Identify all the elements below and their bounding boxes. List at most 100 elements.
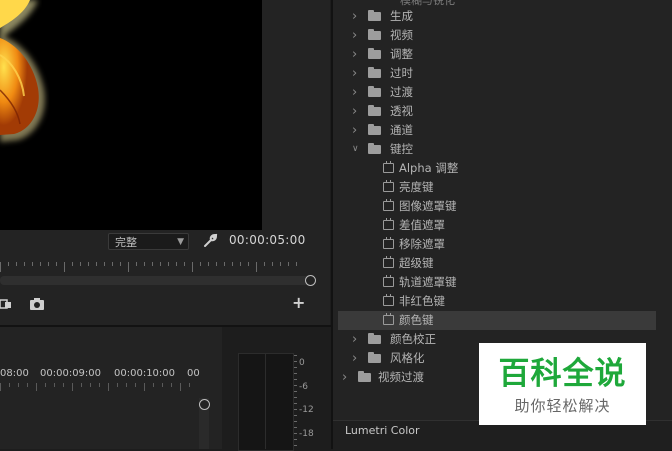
effects-folder-item[interactable]: › 生成 [338,7,656,26]
effects-folder-item[interactable]: › 通道 [338,121,656,140]
ruler-tick [162,383,163,387]
effect-label: 透视 [390,104,413,118]
folder-icon [368,29,381,40]
timeline-time-label: 00:00:10:00 [114,368,176,379]
zoom-scrollbar[interactable] [0,276,310,285]
ruler-tick [27,383,28,387]
add-button[interactable]: + [292,295,305,311]
lumetri-color-title: Lumetri Color [345,424,420,437]
effect-label: 调整 [390,47,413,61]
monitor-time-ruler[interactable] [0,262,310,274]
effect-label: 键控 [390,142,413,156]
ruler-tick [153,383,154,387]
ruler-tick [32,262,33,266]
ruler-tick [192,262,193,272]
folder-icon [368,352,381,363]
effect-label: 过时 [390,66,413,80]
effect-label: 通道 [390,123,413,137]
effect-item[interactable]: 图像遮罩键 [338,197,656,216]
effects-folder-item[interactable]: › 透视 [338,102,656,121]
meter-channel-divider [265,353,266,449]
chevron-right-icon[interactable]: › [342,368,347,387]
ruler-tick [112,262,113,266]
effect-item[interactable]: 超级键 [338,254,656,273]
effect-item[interactable]: 亮度键 [338,178,656,197]
video-preview[interactable] [0,0,262,230]
ruler-tick [24,262,25,266]
effect-icon [383,313,394,325]
ruler-tick [171,383,172,387]
folder-icon [368,124,381,135]
effect-label: 轨道遮罩键 [399,275,457,289]
meter-tick [294,379,297,380]
timeline-scroll-handle[interactable] [199,399,210,410]
ruler-tick [144,262,145,266]
effect-label: 过渡 [390,85,413,99]
ruler-tick [81,383,82,387]
playback-resolution-select[interactable]: 完整 ▼ [108,233,189,250]
effect-label: 非红色键 [399,294,445,308]
effects-folder-item[interactable]: › 过渡 [338,83,656,102]
ruler-tick [72,383,73,391]
chevron-right-icon[interactable]: › [352,64,357,83]
timeline-ruler[interactable] [0,383,200,393]
effects-folder-item[interactable]: › 调整 [338,45,656,64]
effect-label: 差值遮罩 [399,218,445,232]
export-frame-settings-icon[interactable] [0,296,14,310]
effects-folder-item[interactable]: › 视频 [338,26,656,45]
meter-tick [294,403,297,404]
effect-item[interactable]: Alpha 调整 [338,159,656,178]
meter-tick [294,421,297,422]
quality-value: 完整 [115,236,137,249]
ruler-tick [184,262,185,266]
watermark-subtitle: 助你轻松解决 [514,397,611,415]
chevron-right-icon[interactable]: › [352,330,357,349]
wrench-icon[interactable] [202,233,218,249]
meter-tick [294,367,297,368]
ruler-tick [56,262,57,266]
ruler-tick [104,262,105,266]
meter-tick [294,361,297,362]
ruler-tick [176,262,177,266]
effect-icon [383,180,394,192]
ruler-tick [200,262,201,266]
ruler-tick [16,262,17,266]
camera-icon[interactable] [29,296,45,310]
timeline-time-label: 00:00:09:00 [40,368,102,379]
zoom-scrollbar-handle[interactable] [305,275,316,286]
effect-item[interactable]: 轨道遮罩键 [338,273,656,292]
chevron-right-icon[interactable]: › [352,45,357,64]
chevron-right-icon[interactable]: › [352,349,357,368]
ruler-tick [18,383,19,387]
ruler-tick [0,262,1,272]
ruler-tick [136,262,137,266]
ruler-tick [40,262,41,266]
meter-tick [294,439,297,440]
panel-divider[interactable] [331,0,333,449]
meter-tick [294,373,297,374]
folder-icon [368,143,381,154]
effect-item[interactable]: 非红色键 [338,292,656,311]
ruler-tick [256,262,257,272]
ruler-tick [128,262,129,272]
effect-label: 颜色键 [399,313,434,327]
effects-folder-item[interactable]: › 过时 [338,64,656,83]
effects-folder-item[interactable]: ∨ 键控 [338,140,656,159]
chevron-right-icon[interactable]: › [352,26,357,45]
effect-item[interactable]: 差值遮罩 [338,216,656,235]
chevron-right-icon[interactable]: › [352,7,357,26]
folder-icon [368,67,381,78]
effect-item[interactable]: 移除遮罩 [338,235,656,254]
chevron-right-icon[interactable]: › [352,121,357,140]
panel-divider[interactable] [0,325,331,327]
meter-tick [294,409,297,410]
flower-frame [0,0,45,142]
ruler-tick [208,262,209,266]
chevron-right-icon[interactable]: › [352,83,357,102]
effect-item[interactable]: 颜色键 [338,311,656,330]
ruler-tick [264,262,265,266]
chevron-down-icon[interactable]: ∨ [352,140,359,159]
ruler-tick [180,383,181,391]
ruler-tick [88,262,89,266]
chevron-right-icon[interactable]: › [352,102,357,121]
